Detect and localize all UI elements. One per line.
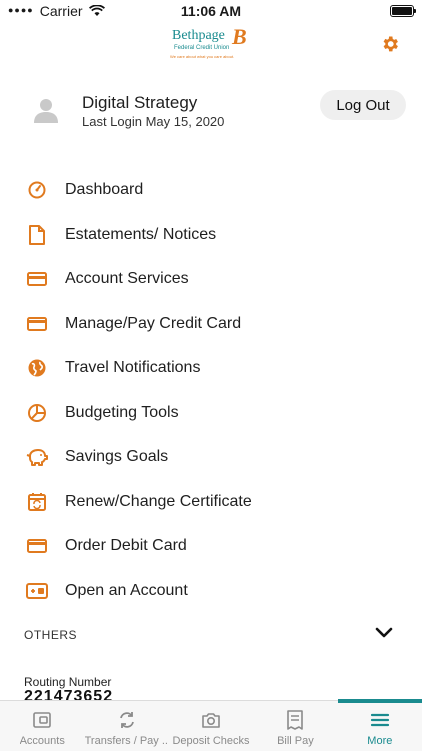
bill-icon (284, 709, 306, 731)
routing-number-value: 221473652 (24, 688, 114, 700)
calendar-refresh-icon (26, 491, 48, 513)
tab-bar: Accounts Transfers / Pay ... Deposit Che… (0, 699, 422, 751)
tab-deposit-checks[interactable]: Deposit Checks (169, 701, 253, 751)
menu-item-credit-card[interactable]: Manage/Pay Credit Card (0, 302, 422, 347)
logo-name: Bethpage (172, 28, 225, 43)
pie-chart-icon (26, 402, 48, 424)
menu-item-dashboard[interactable]: Dashboard (0, 168, 422, 213)
gear-icon (383, 36, 398, 52)
status-time: 11:06 AM (180, 3, 242, 19)
menu-item-travel[interactable]: Travel Notifications (0, 346, 422, 391)
routing-number-label: Routing Number (24, 675, 112, 689)
debit-card-icon (26, 535, 48, 557)
bethpage-logo: Bethpage B Federal Credit Union We care … (170, 24, 252, 64)
menu-label: Manage/Pay Credit Card (65, 314, 242, 332)
more-menu: Dashboard Estatements/ Notices Account S… (0, 168, 422, 613)
others-label: OTHERS (24, 628, 78, 642)
menu-label: Budgeting Tools (65, 403, 179, 421)
status-bar: ●●●● Carrier 11:06 AM (0, 0, 422, 22)
settings-button[interactable] (378, 32, 402, 56)
menu-item-debit-card[interactable]: Order Debit Card (0, 524, 422, 569)
wallet-icon (31, 709, 53, 731)
tab-label: More (367, 735, 393, 747)
open-account-icon (26, 580, 48, 602)
menu-item-account-services[interactable]: Account Services (0, 257, 422, 302)
logo-tagline: We care about what you care about. (170, 54, 235, 59)
tab-label: Accounts (19, 735, 65, 747)
tab-label: Bill Pay (277, 735, 314, 747)
menu-label: Account Services (65, 270, 189, 288)
credit-card-icon (26, 313, 48, 335)
tab-label: Transfers / Pay ... (84, 735, 169, 747)
menu-label: Travel Notifications (65, 359, 201, 377)
profile-name: Digital Strategy (82, 93, 198, 112)
logo-subtitle: Federal Credit Union (174, 45, 230, 51)
document-icon (26, 224, 48, 246)
menu-label: Dashboard (65, 181, 144, 199)
transfer-icon (116, 709, 138, 731)
menu-label: Savings Goals (65, 448, 169, 466)
menu-icon (369, 709, 391, 731)
tab-more[interactable]: More (337, 699, 422, 751)
camera-icon (200, 709, 222, 731)
menu-item-open-account[interactable]: Open an Account (0, 569, 422, 614)
logo-mark: B (232, 24, 247, 49)
dashboard-icon (26, 179, 48, 201)
tab-label: Deposit Checks (172, 735, 250, 747)
tab-bill-pay[interactable]: Bill Pay (253, 701, 337, 751)
battery-icon (390, 5, 416, 17)
menu-label: Estatements/ Notices (65, 225, 217, 243)
menu-item-estatements[interactable]: Estatements/ Notices (0, 213, 422, 258)
chevron-down-icon (375, 627, 393, 638)
piggy-bank-icon (26, 446, 48, 468)
logout-button[interactable]: Log Out (320, 90, 406, 120)
menu-item-budgeting[interactable]: Budgeting Tools (0, 391, 422, 436)
last-login-text: Last Login May 15, 2020 (82, 114, 225, 129)
avatar (34, 99, 58, 123)
others-section-toggle[interactable]: OTHERS (0, 620, 422, 650)
menu-label: Renew/Change Certificate (65, 492, 252, 510)
tab-transfers[interactable]: Transfers / Pay ... (84, 701, 169, 751)
menu-label: Order Debit Card (65, 537, 187, 555)
menu-item-savings-goals[interactable]: Savings Goals (0, 435, 422, 480)
globe-icon (26, 357, 48, 379)
menu-label: Open an Account (65, 581, 188, 599)
tab-accounts[interactable]: Accounts (0, 701, 84, 751)
card-icon (26, 268, 48, 290)
menu-item-certificate[interactable]: Renew/Change Certificate (0, 480, 422, 525)
